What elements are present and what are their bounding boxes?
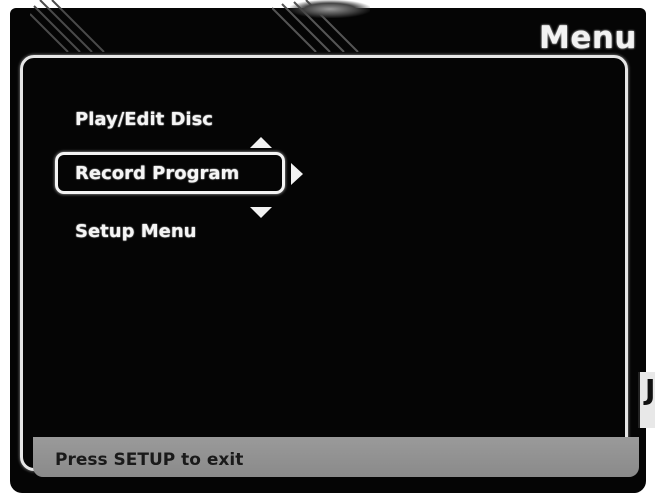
- menu-title: Menu: [538, 20, 637, 56]
- status-text: Press SETUP to exit: [55, 450, 244, 470]
- triangle-up-icon: [250, 137, 272, 148]
- edge-glyph: J: [645, 373, 655, 406]
- decorative-hatch-left: [30, 0, 130, 52]
- triangle-right-icon: [291, 163, 303, 185]
- menu-item-setup-menu[interactable]: Setup Menu: [75, 221, 197, 242]
- menu-item-record-program[interactable]: Record Program: [75, 163, 239, 184]
- screen-glare: [290, 0, 370, 18]
- menu-item-play-edit-disc[interactable]: Play/Edit Disc: [75, 109, 213, 130]
- triangle-down-icon: [250, 207, 272, 218]
